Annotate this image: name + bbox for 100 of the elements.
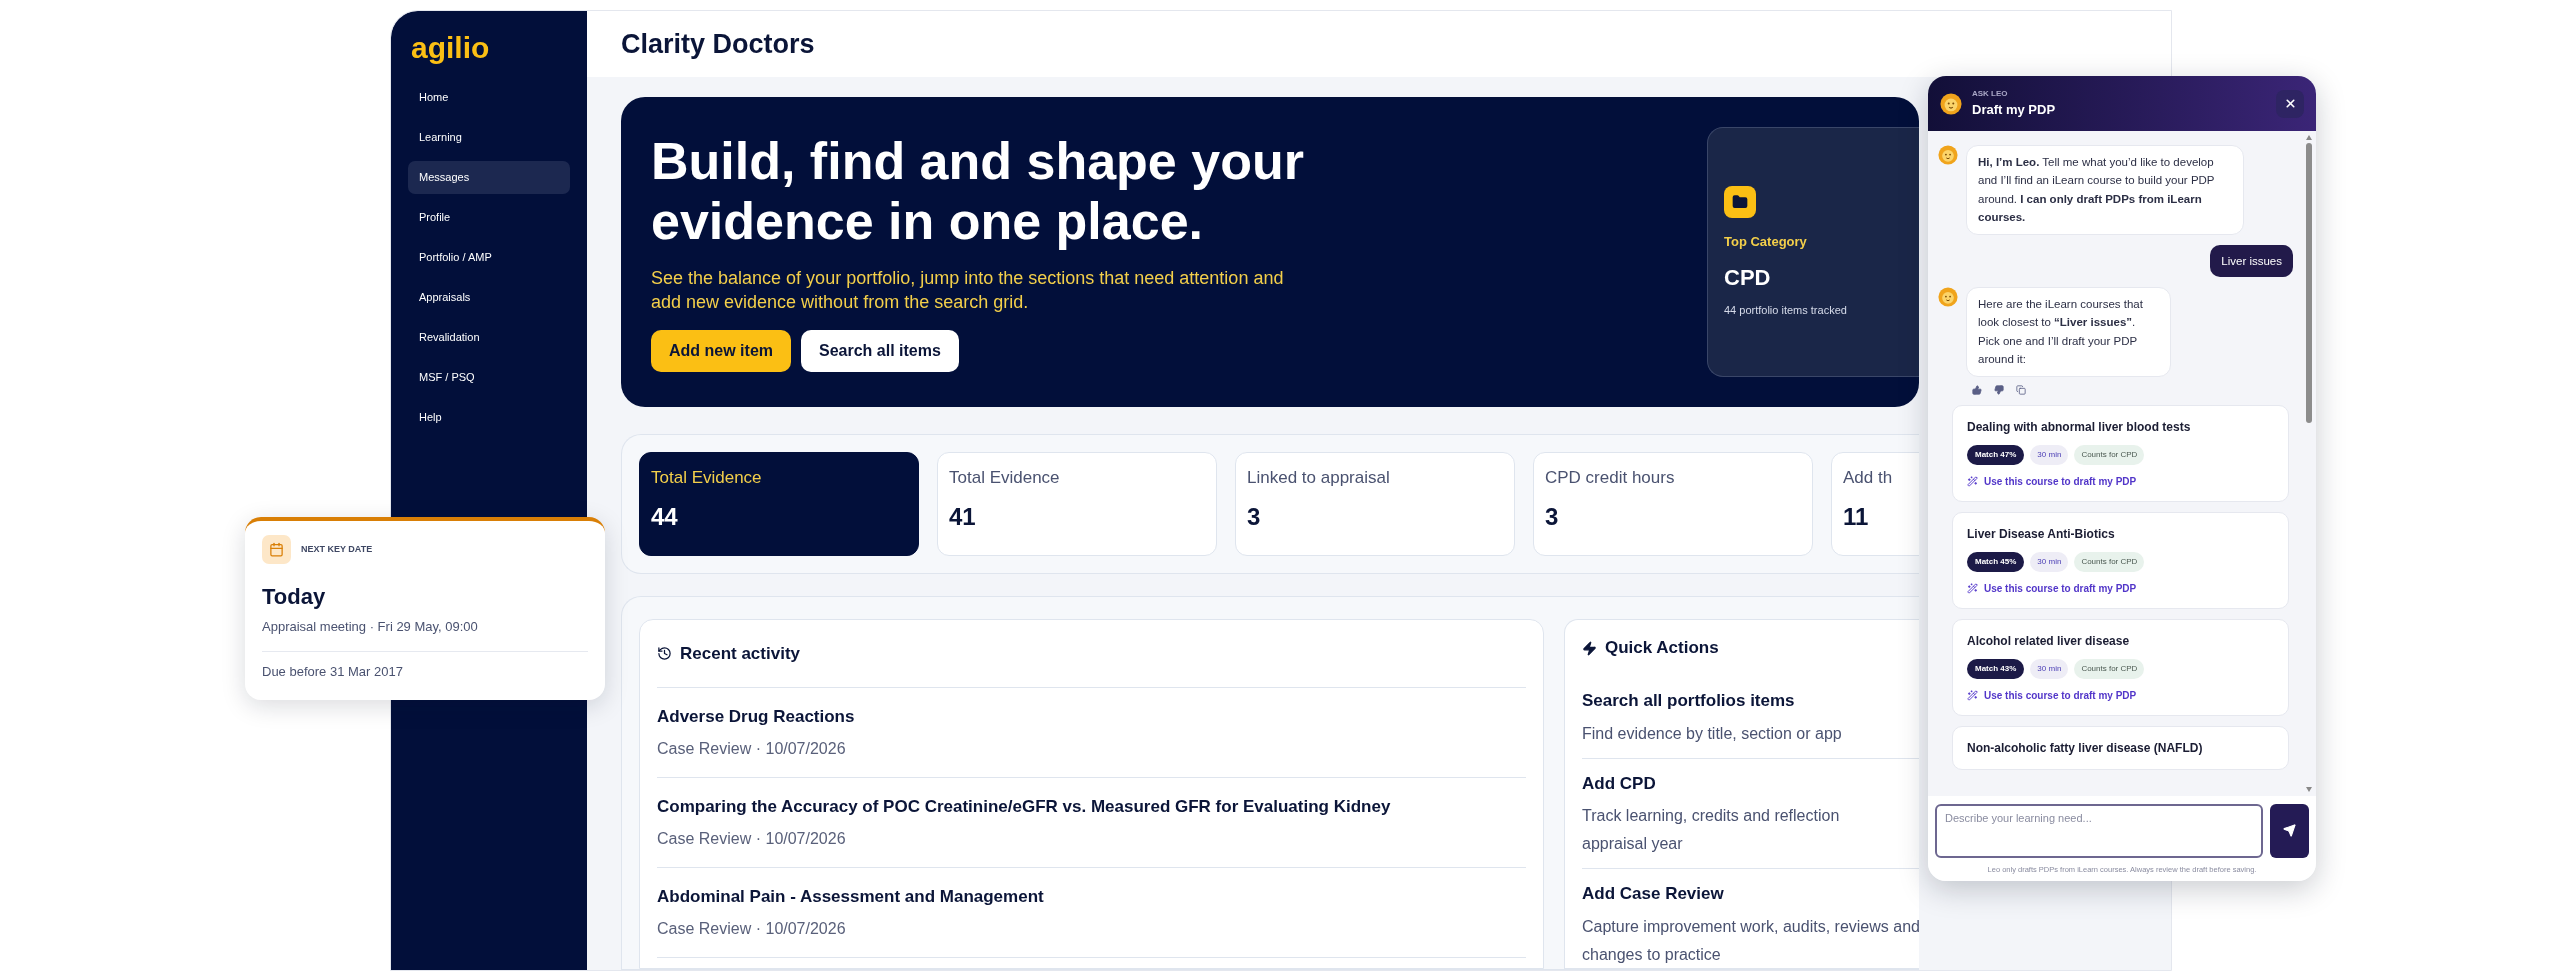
chat-message: Liver issues [2210, 244, 2293, 277]
stat-label: Linked to appraisal [1247, 467, 1391, 489]
scroll-up-arrow-icon[interactable] [2306, 135, 2312, 140]
chat-message: Here are the iLearn courses that look closest to “Liver issues”. Pick one and I’ll draft your PDP around it: [1966, 286, 2171, 377]
quick-action[interactable]: Search all portfolios items Find evidence by title, section or app [1582, 676, 1919, 759]
duration-chip: 30 min [2030, 551, 2069, 572]
stat-value: 3 [1545, 501, 1560, 532]
send-button[interactable] [2270, 803, 2309, 858]
history-icon [657, 646, 672, 661]
course-title: Non-alcoholic fatty liver disease (NAFLD) [1967, 739, 2204, 757]
activity-title: Comparing the Accuracy of POC Creatinine/eGFR vs. Measured GFR for Evaluating Kidney [657, 795, 1392, 818]
activity-meta: Case Review · 10/07/2026 [657, 919, 847, 940]
duration-chip: 30 min [2030, 658, 2069, 679]
key-date-label: NEXT KEY DATE [301, 542, 373, 556]
course-title: Dealing with abnormal liver blood tests [1967, 418, 2192, 436]
activity-title: Abdominal Pain - Assessment and Management [657, 885, 1045, 908]
key-date-due: Due before 31 Mar 2017 [262, 662, 404, 681]
course-card[interactable]: Alcohol related liver disease Match 43% 30 min Counts for CPD Use this course to draft my PDP [1952, 618, 2289, 716]
match-chip: Match 43% [1967, 658, 2025, 679]
key-date-detail: Appraisal meeting · Fri 29 May, 09:00 [262, 618, 479, 636]
chat-title: Draft my PDP [1972, 100, 2057, 119]
quick-action-description: Track learning, credits and reflection [1582, 806, 1841, 826]
activity-item[interactable]: Adverse Drug Reactions Case Review · 10/07/2026 [657, 688, 1526, 778]
stat-label: CPD credit hours [1545, 467, 1676, 489]
thumbs-down-icon[interactable] [1994, 384, 2004, 395]
send-icon [2283, 824, 2296, 838]
sidebar-item[interactable]: MSF / PSQ [408, 361, 570, 394]
sidebar-item[interactable]: Messages [408, 161, 570, 194]
stat-card[interactable]: Add th 11 [1831, 452, 1919, 556]
draft-link[interactable]: Use this course to draft my PDP [1967, 687, 2274, 703]
activity-item[interactable]: Comparing the Accuracy of POC Creatinine/eGFR vs. Measured GFR for Evaluating Kidney Case Review · 10/07/2026 [657, 778, 1526, 868]
lion-icon [1940, 92, 1962, 115]
magic-wand-icon [1967, 582, 1978, 594]
sidebar-item[interactable]: Revalidation [408, 321, 570, 354]
activity-meta: Case Review · 10/07/2026 [657, 829, 847, 850]
secondary-button[interactable]: Search all items [801, 330, 959, 373]
top-category-value: CPD [1724, 264, 1772, 292]
card-title: Recent activity [680, 642, 800, 665]
lion-icon [1938, 286, 1958, 307]
match-chip: Match 47% [1967, 444, 2025, 465]
activity-title: Adverse Drug Reactions [657, 705, 856, 728]
draft-link[interactable]: Use this course to draft my PDP [1967, 580, 2274, 596]
cpd-chip: Counts for CPD [2074, 551, 2145, 572]
activity-meta: Case Review · 10/07/2026 [657, 739, 847, 760]
draft-link[interactable]: Use this course to draft my PDP [1967, 473, 2274, 489]
quick-action[interactable]: Add Case Review Capture improvement work, audits, reviews and changes to practice [1582, 869, 1919, 969]
close-icon [2283, 97, 2297, 110]
thumbs-up-icon[interactable] [1972, 384, 1982, 395]
cpd-chip: Counts for CPD [2074, 444, 2145, 465]
chat-eyebrow: ASK LEO [1972, 87, 2009, 100]
primary-button[interactable]: Add new item [651, 330, 791, 373]
copy-icon[interactable] [2016, 384, 2026, 395]
top-category-label: Top Category [1724, 232, 1808, 251]
quick-action-description: Find evidence by title, section or app [1582, 723, 1843, 744]
logo: agilio [410, 33, 491, 63]
sidebar-item[interactable]: Home [408, 81, 570, 114]
hero-heading: Build, find and shape your evidence in one place. [651, 131, 1305, 252]
sidebar-item[interactable]: Learning [408, 121, 570, 154]
quick-action-description: changes to practice [1582, 944, 1722, 965]
stat-value: 11 [1843, 501, 1870, 532]
stat-value: 44 [651, 501, 679, 532]
stat-card[interactable]: CPD credit hours 3 [1533, 452, 1813, 556]
quick-action[interactable]: Add CPD Track learning, credits and reflection appraisal year [1582, 758, 1919, 869]
quick-action-description: Capture improvement work, audits, reviews and [1582, 916, 1919, 937]
quick-action-title: Add Case Review [1582, 883, 1725, 905]
stat-card[interactable]: Total Evidence 44 [639, 452, 919, 556]
quick-action-title: Search all portfolios items [1582, 690, 1796, 712]
course-card[interactable]: Liver Disease Anti-Biotics Match 45% 30 min Counts for CPD Use this course to draft my PDP [1952, 511, 2289, 609]
course-title: Liver Disease Anti-Biotics [1967, 525, 2116, 543]
quick-action-title: Add CPD [1582, 772, 1657, 795]
match-chip: Match 45% [1967, 551, 2025, 572]
scroll-down-arrow-icon[interactable] [2306, 786, 2312, 792]
chat-message: Hi, I’m Leo. Tell me what you’d like to develop and I’ll find an iLearn course to build your PDP around. I can only draft PDPs from iLearn courses. [1966, 145, 2244, 235]
cpd-chip: Counts for CPD [2074, 658, 2145, 679]
calendar-icon [269, 542, 284, 557]
stat-card[interactable]: Total Evidence 41 [937, 452, 1217, 556]
top-category-caption: 44 portfolio items tracked [1724, 303, 1848, 318]
sidebar-item[interactable]: Appraisals [408, 281, 570, 314]
magic-wand-icon [1967, 689, 1978, 701]
course-card[interactable]: Dealing with abnormal liver blood tests Match 47% 30 min Counts for CPD Use this course to draft my PDP [1952, 404, 2289, 502]
lightning-icon [1582, 640, 1597, 656]
card-title: Quick Actions [1605, 637, 1719, 660]
message-input[interactable]: Describe your learning need... [1935, 803, 2263, 858]
sidebar-item[interactable]: Portfolio / AMP [408, 241, 570, 274]
stat-value: 41 [949, 501, 977, 532]
page-title: Clarity Doctors [621, 27, 815, 61]
duration-chip: 30 min [2030, 444, 2069, 465]
scrollbar-thumb[interactable] [2306, 143, 2312, 423]
stat-label: Add th [1843, 467, 1894, 489]
quick-action-description: appraisal year [1582, 834, 1684, 854]
close-button[interactable] [2276, 89, 2304, 118]
magic-wand-icon [1967, 475, 1978, 487]
sidebar-item[interactable]: Help [408, 401, 570, 434]
sidebar-item[interactable]: Profile [408, 201, 570, 234]
stat-value: 3 [1247, 501, 1262, 532]
course-card[interactable]: Non-alcoholic fatty liver disease (NAFLD) [1952, 725, 2289, 770]
hero-description: See the balance of your portfolio, jump into the sections that need attention and add new evidence without from the search grid. [651, 266, 1285, 314]
activity-item[interactable]: Abdominal Pain - Assessment and Management Case Review · 10/07/2026 [657, 868, 1526, 958]
stat-card[interactable]: Linked to appraisal 3 [1235, 452, 1515, 556]
lion-icon [1938, 145, 1958, 165]
